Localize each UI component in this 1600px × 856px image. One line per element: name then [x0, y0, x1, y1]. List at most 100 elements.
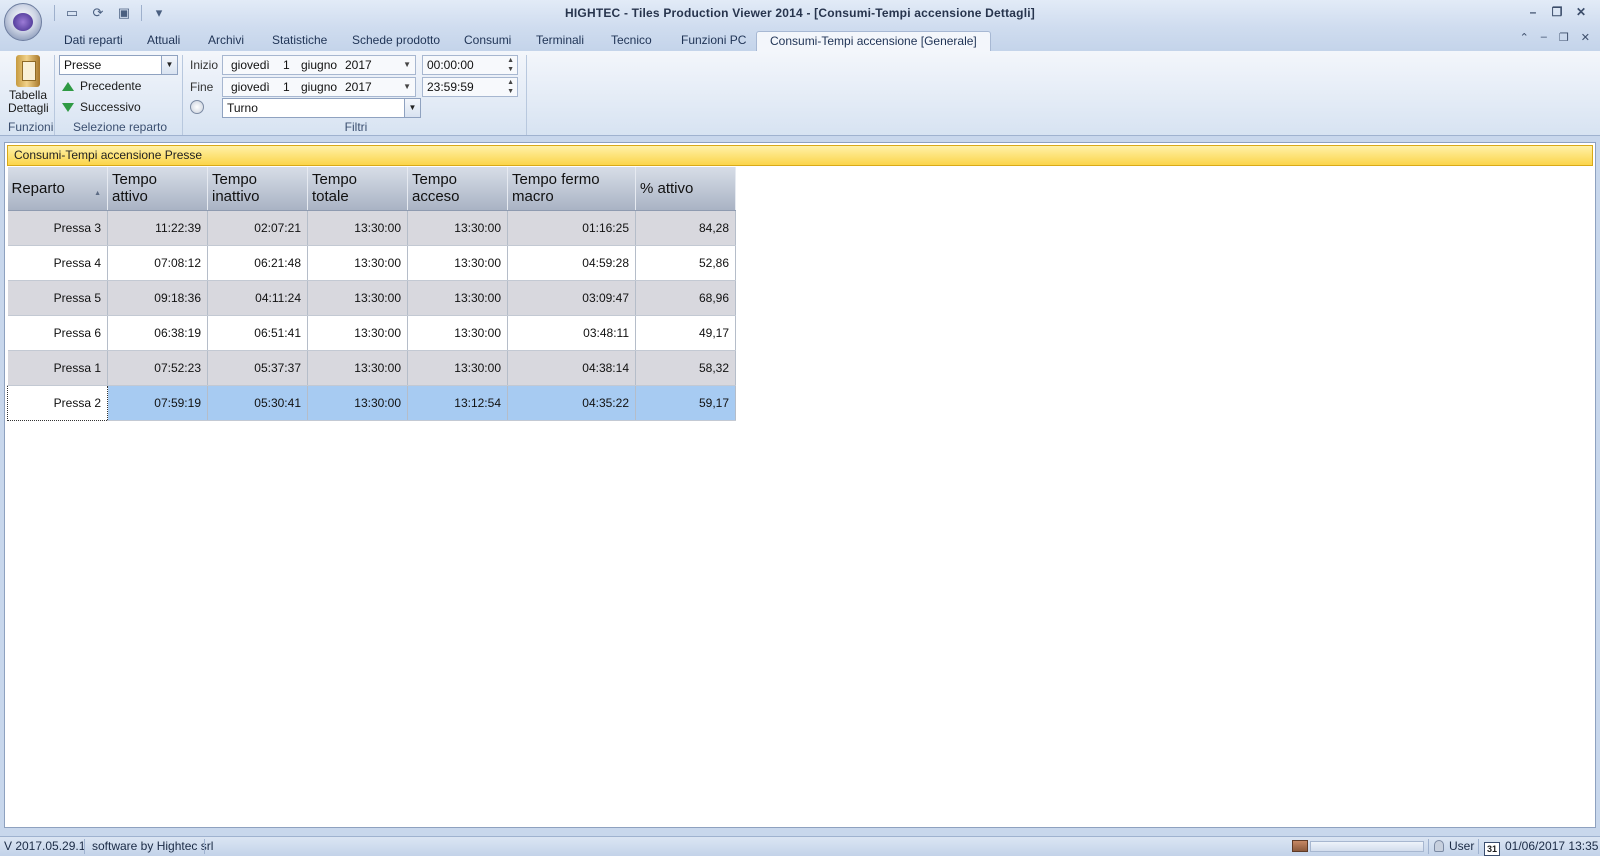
tab-dati-reparti[interactable]: Dati reparti [60, 31, 127, 51]
table-row[interactable]: Pressa 4 07:08:12 06:21:48 13:30:00 13:3… [7, 245, 736, 281]
restore-icon[interactable]: ❐ [1550, 5, 1564, 19]
table-row[interactable]: Pressa 6 06:38:19 06:51:41 13:30:00 13:3… [7, 315, 736, 351]
cell-tempo-acceso[interactable]: 13:30:00 [407, 210, 508, 246]
start-day: 1 [283, 58, 290, 72]
cell-tempo-fermo-macro[interactable]: 01:16:25 [507, 210, 636, 246]
cell-percent-attivo[interactable]: 58,32 [635, 350, 736, 386]
column-header-percent-attivo[interactable]: % attivo [635, 167, 736, 211]
production-icon [1292, 837, 1308, 856]
spinner-icon[interactable]: ▲ ▼ [507, 56, 514, 74]
spinner-icon[interactable]: ▲ ▼ [507, 78, 514, 96]
cell-tempo-inattivo[interactable]: 05:37:37 [207, 350, 308, 386]
tab-consumi-tempi-generale[interactable]: Consumi-Tempi accensione [Generale] [756, 31, 991, 51]
cell-percent-attivo[interactable]: 59,17 [635, 385, 736, 421]
cell-tempo-totale[interactable]: 13:30:00 [307, 280, 408, 316]
group-separator [54, 55, 55, 135]
cell-tempo-totale[interactable]: 13:30:00 [307, 315, 408, 351]
cell-tempo-fermo-macro[interactable]: 04:59:28 [507, 245, 636, 281]
minimize-icon[interactable]: – [1526, 5, 1540, 19]
chevron-down-icon[interactable]: ▼ [404, 99, 420, 117]
tab-tecnico[interactable]: Tecnico [607, 31, 656, 51]
group-separator [526, 55, 527, 135]
cell-tempo-inattivo[interactable]: 02:07:21 [207, 210, 308, 246]
start-month: giugno [301, 58, 338, 72]
cell-tempo-inattivo[interactable]: 05:30:41 [207, 385, 308, 421]
column-header-reparto[interactable]: Reparto ▲ [7, 167, 108, 211]
tab-terminali[interactable]: Terminali [532, 31, 588, 51]
cell-tempo-attivo[interactable]: 07:08:12 [107, 245, 208, 281]
chevron-down-icon[interactable]: ▼ [403, 78, 411, 96]
window-title: HIGHTEC - Tiles Production Viewer 2014 -… [565, 6, 1035, 20]
column-header-tempo-fermo-macro[interactable]: Tempo fermo macro [507, 167, 636, 211]
tab-funzioni-pc[interactable]: Funzioni PC [677, 31, 750, 51]
table-row-selected[interactable]: Pressa 2 07:59:19 05:30:41 13:30:00 13:1… [7, 384, 736, 421]
cell-tempo-inattivo[interactable]: 06:21:48 [207, 245, 308, 281]
cell-tempo-acceso[interactable]: 13:12:54 [407, 385, 508, 421]
end-month: giugno [301, 80, 338, 94]
cell-reparto[interactable]: Pressa 4 [7, 245, 108, 281]
close-icon[interactable]: ✕ [1574, 5, 1588, 19]
end-date-picker[interactable]: giovedì 1 giugno 2017 ▼ [222, 77, 416, 97]
end-time-input[interactable]: 23:59:59 ▲ ▼ [422, 77, 518, 97]
column-header-tempo-totale[interactable]: Tempo totale [307, 167, 408, 211]
cell-tempo-totale[interactable]: 13:30:00 [307, 245, 408, 281]
cell-reparto[interactable]: Pressa 6 [7, 315, 108, 351]
tab-archivi[interactable]: Archivi [204, 31, 248, 51]
end-day: 1 [283, 80, 290, 94]
cell-tempo-inattivo[interactable]: 04:11:24 [207, 280, 308, 316]
cell-tempo-totale[interactable]: 13:30:00 [307, 210, 408, 246]
table-header-row: Reparto ▲ Tempo attivo Tempo inattivo Tempo… [7, 167, 736, 211]
cell-reparto[interactable]: Pressa 1 [7, 350, 108, 386]
cell-tempo-attivo[interactable]: 11:22:39 [107, 210, 208, 246]
cell-percent-attivo[interactable]: 49,17 [635, 315, 736, 351]
collapse-ribbon-icon[interactable]: ⌃ [1520, 31, 1529, 44]
cell-tempo-attivo[interactable]: 07:52:23 [107, 350, 208, 386]
datetime-text: 01/06/2017 13:35 [1505, 839, 1599, 853]
app-menu-button[interactable] [4, 3, 42, 41]
cell-tempo-fermo-macro[interactable]: 04:35:22 [507, 385, 636, 421]
table-row[interactable]: Pressa 5 09:18:36 04:11:24 13:30:00 13:3… [7, 280, 736, 316]
credit-text: software by Hightec srl [92, 839, 214, 853]
cell-tempo-attivo[interactable]: 06:38:19 [107, 315, 208, 351]
mdi-close-icon[interactable]: ✕ [1581, 31, 1590, 44]
mdi-restore-icon[interactable]: ❐ [1559, 31, 1569, 44]
cell-percent-attivo[interactable]: 52,86 [635, 245, 736, 281]
tab-statistiche[interactable]: Statistiche [268, 31, 331, 51]
chevron-down-icon[interactable]: ▼ [403, 56, 411, 74]
cell-reparto[interactable]: Pressa 5 [7, 280, 108, 316]
table-row[interactable]: Pressa 3 11:22:39 02:07:21 13:30:00 13:3… [7, 210, 736, 246]
tabella-dettagli-button[interactable]: Tabella Dettagli [8, 55, 49, 115]
tab-schede-prodotto[interactable]: Schede prodotto [348, 31, 444, 51]
cell-tempo-fermo-macro[interactable]: 03:09:47 [507, 280, 636, 316]
table-row[interactable]: Pressa 1 07:52:23 05:37:37 13:30:00 13:3… [7, 350, 736, 386]
cell-percent-attivo[interactable]: 68,96 [635, 280, 736, 316]
tab-consumi[interactable]: Consumi [460, 31, 515, 51]
tab-attuali[interactable]: Attuali [143, 31, 184, 51]
cell-tempo-acceso[interactable]: 13:30:00 [407, 350, 508, 386]
cell-tempo-fermo-macro[interactable]: 03:48:11 [507, 315, 636, 351]
column-header-tempo-acceso[interactable]: Tempo acceso [407, 167, 508, 211]
reparto-select[interactable]: Presse ▼ [59, 55, 178, 75]
column-header-tempo-inattivo[interactable]: Tempo inattivo [207, 167, 308, 211]
cell-tempo-totale[interactable]: 13:30:00 [307, 350, 408, 386]
cell-tempo-attivo[interactable]: 09:18:36 [107, 280, 208, 316]
cell-tempo-totale[interactable]: 13:30:00 [307, 385, 408, 421]
start-date-picker[interactable]: giovedì 1 giugno 2017 ▼ [222, 55, 416, 75]
cell-tempo-inattivo[interactable]: 06:51:41 [207, 315, 308, 351]
cell-percent-attivo[interactable]: 84,28 [635, 210, 736, 246]
successivo-button[interactable]: Successivo [62, 100, 141, 114]
cell-reparto[interactable]: Pressa 3 [7, 210, 108, 246]
cell-tempo-fermo-macro[interactable]: 04:38:14 [507, 350, 636, 386]
mdi-minimize-icon[interactable]: – [1541, 31, 1547, 44]
panel-title: Consumi-Tempi accensione Presse [7, 145, 1593, 166]
start-time-input[interactable]: 00:00:00 ▲ ▼ [422, 55, 518, 75]
cell-tempo-acceso[interactable]: 13:30:00 [407, 280, 508, 316]
cell-tempo-acceso[interactable]: 13:30:00 [407, 315, 508, 351]
cell-tempo-attivo[interactable]: 07:59:19 [107, 385, 208, 421]
cell-tempo-acceso[interactable]: 13:30:00 [407, 245, 508, 281]
precedente-button[interactable]: Precedente [62, 79, 141, 93]
cell-reparto[interactable]: Pressa 2 [7, 384, 108, 421]
chevron-down-icon[interactable]: ▼ [161, 56, 177, 74]
turno-select[interactable]: Turno ▼ [222, 98, 421, 118]
column-header-tempo-attivo[interactable]: Tempo attivo [107, 167, 208, 211]
